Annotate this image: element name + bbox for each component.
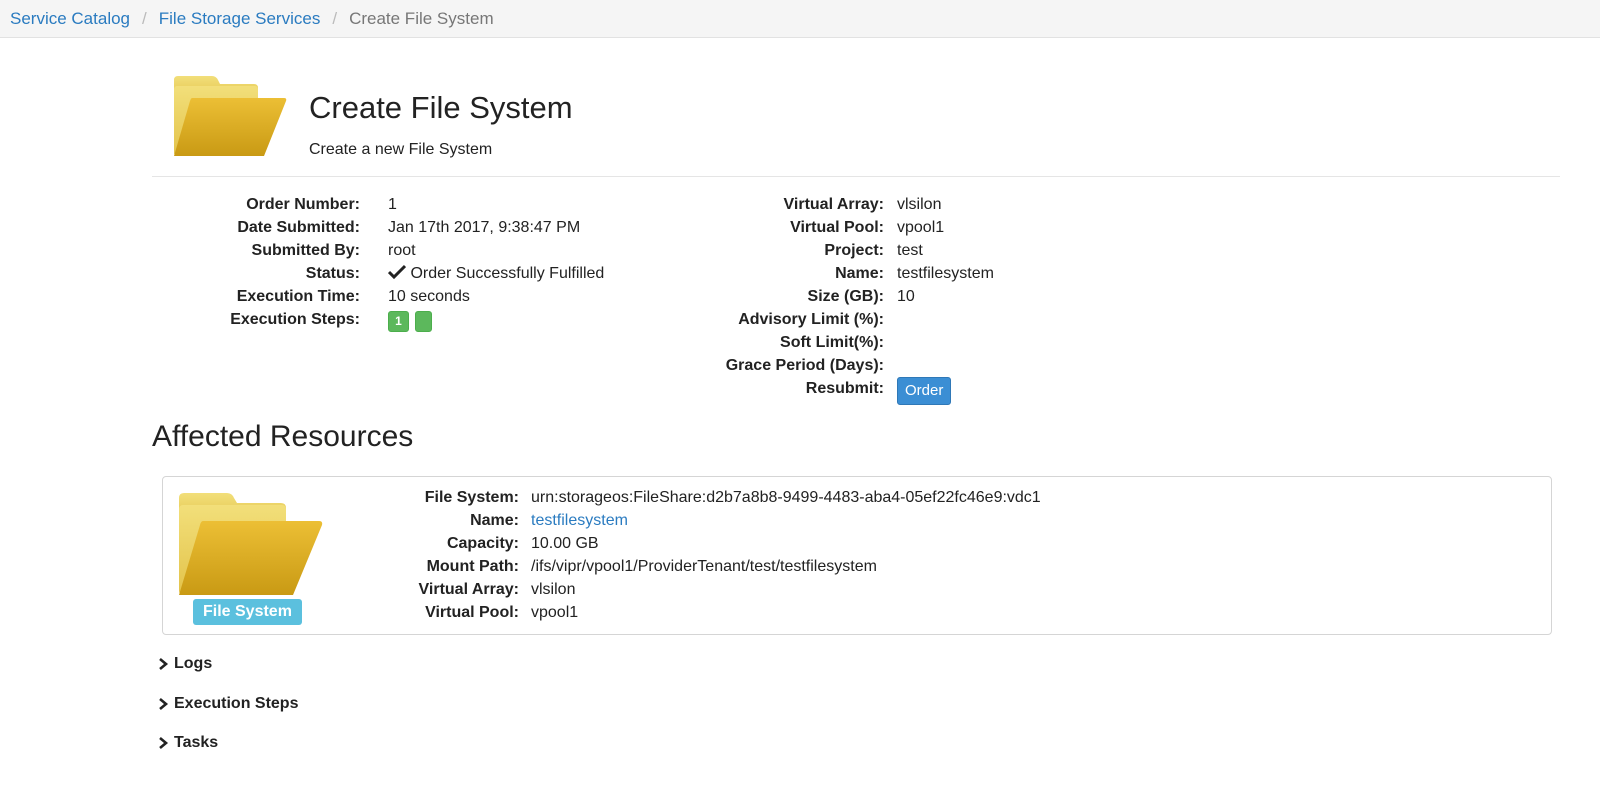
virtual-array-label: Virtual Array: bbox=[783, 196, 884, 213]
resource-card: File System File System: urn:storageos:F… bbox=[162, 476, 1552, 635]
size-label: Size (GB): bbox=[807, 288, 884, 305]
fs-value: urn:storageos:FileShare:d2b7a8b8-9499-44… bbox=[531, 489, 1041, 506]
page-subtitle: Create a new File System bbox=[309, 141, 493, 158]
virtual-pool-value: vpool1 bbox=[897, 219, 945, 236]
resource-name-label: Name: bbox=[470, 512, 519, 529]
chevron-right-icon bbox=[159, 737, 169, 749]
breadcrumb-current: Create File System bbox=[349, 8, 494, 28]
capacity-value: 10.00 GB bbox=[531, 535, 599, 552]
project-value: test bbox=[897, 242, 923, 259]
execution-steps-section-label: Execution Steps bbox=[174, 695, 299, 712]
breadcrumb-file-storage-services[interactable]: File Storage Services bbox=[159, 9, 321, 29]
resource-virtual-array-label: Virtual Array: bbox=[418, 581, 519, 598]
logs-toggle[interactable]: Logs bbox=[156, 655, 212, 673]
grace-period-label: Grace Period (Days): bbox=[725, 357, 884, 374]
breadcrumb-separator: / bbox=[332, 8, 338, 28]
order-button[interactable]: Order bbox=[897, 377, 952, 405]
virtual-pool-label: Virtual Pool: bbox=[790, 219, 884, 236]
breadcrumb-service-catalog[interactable]: Service Catalog bbox=[10, 9, 130, 29]
tasks-label: Tasks bbox=[174, 734, 219, 751]
execution-steps-toggle[interactable]: Execution Steps bbox=[156, 695, 298, 713]
logs-label: Logs bbox=[174, 655, 213, 672]
name-value: testfilesystem bbox=[897, 265, 994, 282]
mount-path-value: /ifs/vipr/vpool1/ProviderTenant/test/tes… bbox=[531, 558, 877, 575]
chevron-right-icon bbox=[159, 698, 169, 710]
size-value: 10 bbox=[897, 288, 915, 305]
project-label: Project: bbox=[824, 242, 884, 259]
resource-virtual-pool-label: Virtual Pool: bbox=[425, 604, 519, 621]
folder-icon bbox=[174, 76, 287, 156]
mount-path-label: Mount Path: bbox=[426, 558, 519, 575]
virtual-array-value: vlsilon bbox=[897, 196, 942, 213]
tasks-toggle[interactable]: Tasks bbox=[156, 734, 218, 752]
advisory-limit-label: Advisory Limit (%): bbox=[738, 311, 884, 328]
page-header: Create File System Create a new File Sys… bbox=[152, 60, 1560, 177]
chevron-right-icon bbox=[159, 658, 169, 670]
resource-virtual-pool-value: vpool1 bbox=[531, 604, 579, 621]
name-label: Name: bbox=[835, 265, 884, 282]
breadcrumb: Service Catalog / File Storage Services … bbox=[0, 0, 1600, 38]
capacity-label: Capacity: bbox=[446, 535, 519, 552]
breadcrumb-separator: / bbox=[142, 8, 147, 28]
resubmit-label: Resubmit: bbox=[805, 380, 884, 397]
soft-limit-label: Soft Limit(%): bbox=[780, 334, 884, 351]
affected-resources-heading: Affected Resources bbox=[152, 420, 414, 453]
resource-virtual-array-value: vlsilon bbox=[531, 581, 576, 598]
resource-name-link[interactable]: testfilesystem bbox=[531, 512, 628, 529]
fs-label: File System: bbox=[424, 489, 519, 506]
page-title: Create File System bbox=[309, 90, 573, 125]
